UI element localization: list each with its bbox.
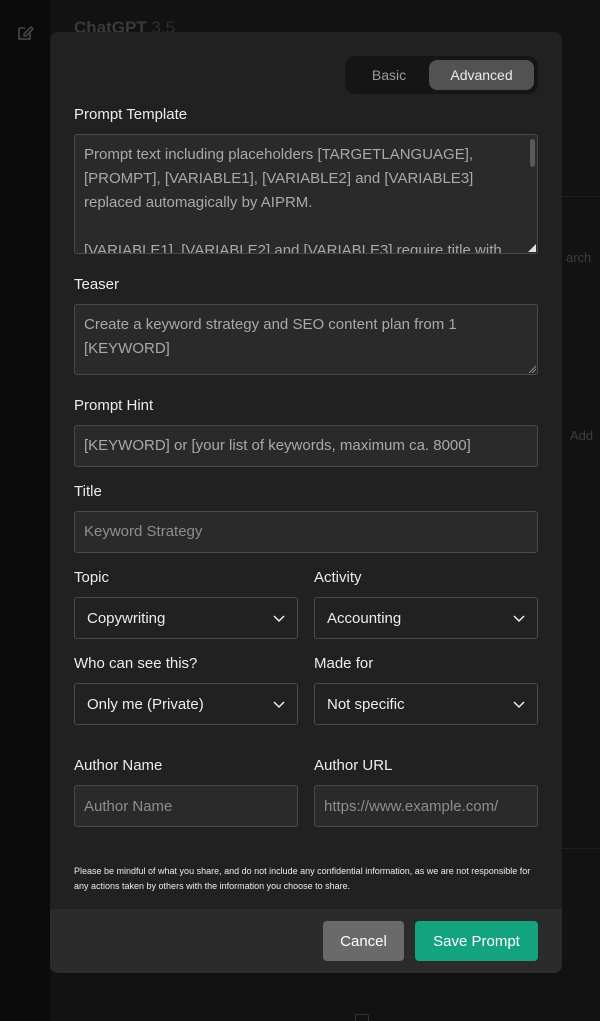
author-name-input[interactable]: Author Name: [74, 785, 298, 827]
bg-add-text: Add: [570, 428, 594, 443]
teaser-textarea[interactable]: Create a keyword strategy and SEO conten…: [74, 304, 538, 375]
activity-value: Accounting: [327, 609, 402, 627]
visibility-label: Who can see this?: [74, 655, 198, 672]
author-name-label: Author Name: [74, 757, 163, 774]
prompt-template-placeholder-2: [VARIABLE1], [VARIABLE2] and [VARIABLE3]…: [84, 242, 502, 254]
prompt-hint-value: [KEYWORD] or [your list of keywords, max…: [84, 437, 471, 454]
chevron-down-icon: [513, 701, 525, 709]
tab-basic[interactable]: Basic: [349, 60, 429, 90]
author-url-input[interactable]: https://www.example.com/: [314, 785, 538, 827]
title-label: Title: [74, 483, 102, 500]
prompt-editor-modal: Basic Advanced Prompt Template Prompt te…: [50, 32, 562, 973]
activity-select[interactable]: Accounting: [314, 597, 538, 639]
teaser-value: Create a keyword strategy and SEO conten…: [84, 316, 457, 357]
author-url-label: Author URL: [314, 757, 393, 774]
resize-handle-icon[interactable]: [528, 365, 536, 373]
modal-footer: Cancel Save Prompt: [50, 909, 562, 973]
tab-advanced[interactable]: Advanced: [429, 60, 534, 90]
bg-checkbox[interactable]: [355, 1014, 369, 1021]
visibility-select[interactable]: Only me (Private): [74, 683, 298, 725]
new-chat-icon[interactable]: [16, 24, 34, 42]
topic-label: Topic: [74, 569, 110, 586]
title-input[interactable]: Keyword Strategy: [74, 511, 538, 553]
topic-value: Copywriting: [87, 609, 166, 627]
bg-divider: [562, 196, 600, 197]
chevron-down-icon: [273, 615, 285, 623]
bg-divider: [562, 848, 600, 849]
prompt-hint-label: Prompt Hint: [74, 397, 154, 414]
chevron-down-icon: [273, 701, 285, 709]
prompt-template-label: Prompt Template: [74, 106, 188, 123]
title-placeholder: Keyword Strategy: [84, 523, 203, 540]
sidebar: [0, 0, 50, 1021]
topic-select[interactable]: Copywriting: [74, 597, 298, 639]
bg-search-text: arch: [566, 250, 592, 265]
prompt-hint-input[interactable]: [KEYWORD] or [your list of keywords, max…: [74, 425, 538, 467]
prompt-template-placeholder-1: Prompt text including placeholders [TARG…: [84, 146, 474, 211]
teaser-label: Teaser: [74, 276, 120, 293]
mode-tabs: Basic Advanced: [345, 56, 538, 94]
made-for-select[interactable]: Not specific: [314, 683, 538, 725]
activity-label: Activity: [314, 569, 362, 586]
author-name-placeholder: Author Name: [84, 797, 173, 815]
visibility-value: Only me (Private): [87, 695, 204, 713]
privacy-disclaimer: Please be mindful of what you share, and…: [74, 866, 531, 891]
save-prompt-button[interactable]: Save Prompt: [415, 921, 538, 961]
chevron-down-icon: [513, 615, 525, 623]
prompt-template-textarea[interactable]: Prompt text including placeholders [TARG…: [74, 134, 538, 254]
cancel-button[interactable]: Cancel: [323, 921, 404, 961]
resize-handle-icon[interactable]: [528, 244, 536, 252]
textarea-scrollbar[interactable]: [530, 139, 535, 167]
author-url-placeholder: https://www.example.com/: [324, 797, 499, 815]
made-for-label: Made for: [314, 655, 374, 672]
made-for-value: Not specific: [327, 695, 405, 713]
